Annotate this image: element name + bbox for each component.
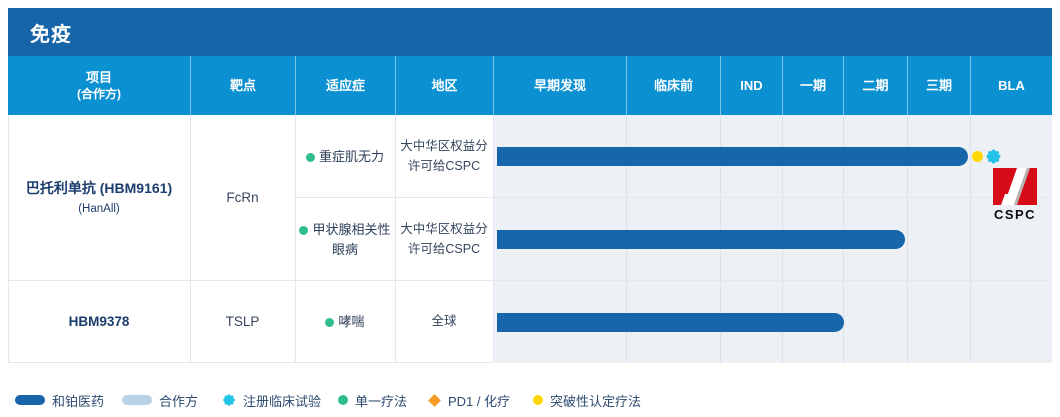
cspc-logo-text: CSPC [989, 207, 1041, 222]
cyan-seal-icon [222, 393, 236, 407]
column-header-discovery: 早期发现 [493, 56, 626, 115]
indication-cell: 重症肌无力 [295, 115, 395, 198]
program-name: HBM9378 [69, 312, 130, 332]
monotherapy-dot-icon [325, 318, 334, 327]
indication-name: 甲状腺相关性眼病 [312, 222, 390, 257]
target-cell: FcRn [190, 115, 295, 281]
cspc-logo: CSPC [989, 168, 1041, 220]
legend-item-registrational: 注册临床试验 [222, 388, 321, 412]
yellow-dot-icon [533, 395, 543, 405]
legend-label: 合作方 [159, 391, 198, 410]
column-header-region: 地区 [395, 56, 493, 115]
column-divider [493, 115, 494, 363]
phase-gridline [970, 115, 971, 363]
pipeline-bar-hbm9161-ted [497, 230, 905, 249]
legend-item-harbour: 和铂医药 [15, 388, 104, 412]
section-header: 免疫 [8, 8, 1052, 56]
pipeline-bar-hbm9161-mg [497, 147, 968, 166]
column-header-project: 项目 (合作方) [8, 56, 190, 115]
registrational-trial-icon [985, 148, 1002, 165]
column-header-ind: IND [720, 56, 782, 115]
region-text: 大中华区权益分许可给CSPC [396, 220, 492, 259]
legend-item-pd1-chemo: PD1 / 化疗 [428, 388, 510, 412]
legend-label: 突破性认定疗法 [550, 391, 641, 410]
column-header-project-line2: (合作方) [77, 86, 121, 102]
column-header-project-line1: 项目 [86, 69, 112, 87]
pipeline-panel: 免疫 项目 (合作方) 靶点 适应症 地区 早期发现 临床前 IND 一期 二期… [0, 0, 1060, 417]
legend-label: 注册临床试验 [243, 391, 321, 410]
dark-blue-bar-icon [15, 395, 45, 405]
region-text: 大中华区权益分许可给CSPC [396, 137, 492, 176]
column-header-phase1: 一期 [782, 56, 843, 115]
column-header-phase3: 三期 [907, 56, 970, 115]
legend-item-breakthrough: 突破性认定疗法 [533, 388, 641, 412]
legend-label: PD1 / 化疗 [448, 391, 510, 410]
legend-item-monotherapy: 单一疗法 [338, 388, 407, 412]
indication-name: 哮喘 [338, 314, 364, 329]
column-header-target: 靶点 [190, 56, 295, 115]
project-cell: 巴托利单抗 (HBM9161) (HanAll) [8, 115, 190, 281]
target-name: TSLP [226, 312, 260, 332]
cspc-logo-icon [989, 168, 1041, 206]
breakthrough-designation-icon [972, 151, 983, 162]
monotherapy-dot-icon [306, 153, 315, 162]
legend: 和铂医药 合作方 注册临床试验 单一疗 [0, 388, 1060, 412]
monotherapy-dot-icon [299, 226, 308, 235]
project-cell: HBM9378 [8, 281, 190, 363]
section-title: 免疫 [30, 18, 72, 47]
indication-cell: 哮喘 [295, 281, 395, 363]
pipeline-bar-hbm9378-asthma [497, 313, 844, 332]
light-blue-bar-icon [122, 395, 152, 405]
region-cell: 大中华区权益分许可给CSPC [395, 198, 493, 281]
table-header: 项目 (合作方) 靶点 适应症 地区 早期发现 临床前 IND 一期 二期 三期… [8, 56, 1052, 115]
legend-label: 和铂医药 [52, 391, 104, 410]
orange-diamond-icon [428, 394, 441, 407]
target-cell: TSLP [190, 281, 295, 363]
indication-cell: 甲状腺相关性眼病 [295, 198, 395, 281]
region-text: 全球 [431, 312, 456, 331]
target-name: FcRn [226, 188, 258, 208]
program-partner: (HanAll) [78, 201, 120, 218]
green-dot-icon [338, 395, 348, 405]
column-header-indication: 适应症 [295, 56, 395, 115]
column-header-phase2: 二期 [843, 56, 907, 115]
column-header-preclinical: 临床前 [626, 56, 720, 115]
column-header-bla: BLA [970, 56, 1052, 115]
region-cell: 全球 [395, 281, 493, 363]
region-cell: 大中华区权益分许可给CSPC [395, 115, 493, 198]
program-name: 巴托利单抗 (HBM9161) [26, 178, 172, 198]
legend-label: 单一疗法 [355, 391, 407, 410]
indication-name: 重症肌无力 [319, 149, 384, 164]
legend-item-partner: 合作方 [122, 388, 198, 412]
